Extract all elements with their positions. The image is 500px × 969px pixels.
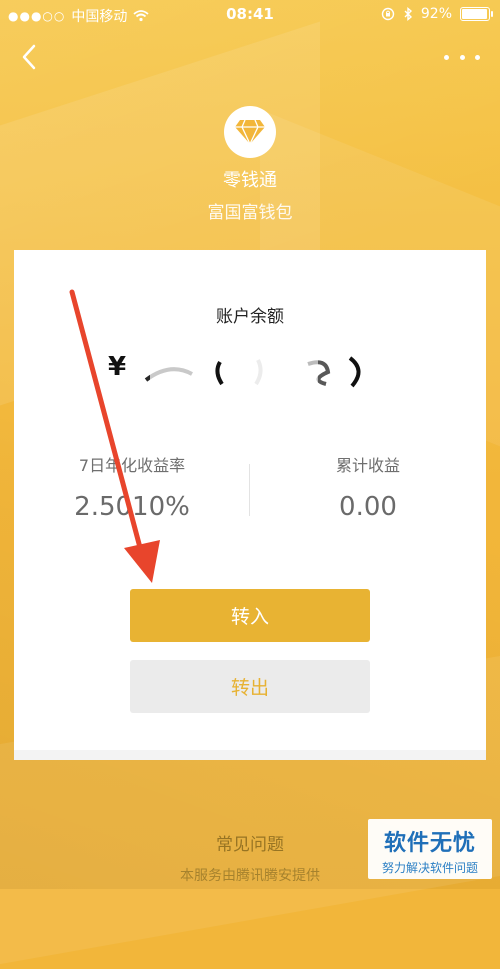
annual-yield-label: 7日年化收益率 [78,456,186,475]
product-subtitle: 富国富钱包 [207,203,293,223]
product-header: 零钱通 富国富钱包 [0,106,500,223]
masked-balance [144,354,361,388]
navigation-bar [0,28,500,86]
watermark-subtitle: 努力解决软件问题 [381,861,478,875]
product-logo [224,106,276,158]
diamond-icon [235,119,265,146]
rotation-lock-icon [381,7,395,21]
product-name: 零钱通 [223,170,277,191]
currency-symbol: ¥ [108,352,127,382]
total-income: 累计收益 0.00 [250,452,486,522]
transfer-out-button[interactable]: 转出 [130,660,370,713]
card-bottom-strip [14,750,486,760]
annual-yield: 7日年化收益率 2.5010% [14,452,250,522]
bluetooth-icon [404,7,412,21]
site-watermark: 软件无忧 努力解决软件问题 [368,819,492,879]
battery-percent: 92% [420,6,452,22]
earnings-stats: 7日年化收益率 2.5010% 累计收益 0.00 [14,452,486,532]
total-income-label: 累计收益 [335,456,400,475]
back-arrow-icon[interactable] [18,40,40,74]
account-card: 账户余额 ¥ 7日年化收益率 2.5010% 累计收益 0.00 转入 转出 [14,250,486,760]
battery-icon [460,7,493,21]
transfer-in-button[interactable]: 转入 [130,589,370,642]
status-right: 92% [381,6,493,22]
status-bar: ●●●○○ 中国移动 08:41 92% [0,0,500,28]
total-income-value: 0.00 [339,492,397,522]
annual-yield-value: 2.5010% [74,492,190,522]
balance-label: 账户余额 [216,307,284,327]
watermark-title: 软件无忧 [383,831,476,856]
balance-amount: ¥ [108,352,368,392]
more-options-icon[interactable] [444,48,480,66]
